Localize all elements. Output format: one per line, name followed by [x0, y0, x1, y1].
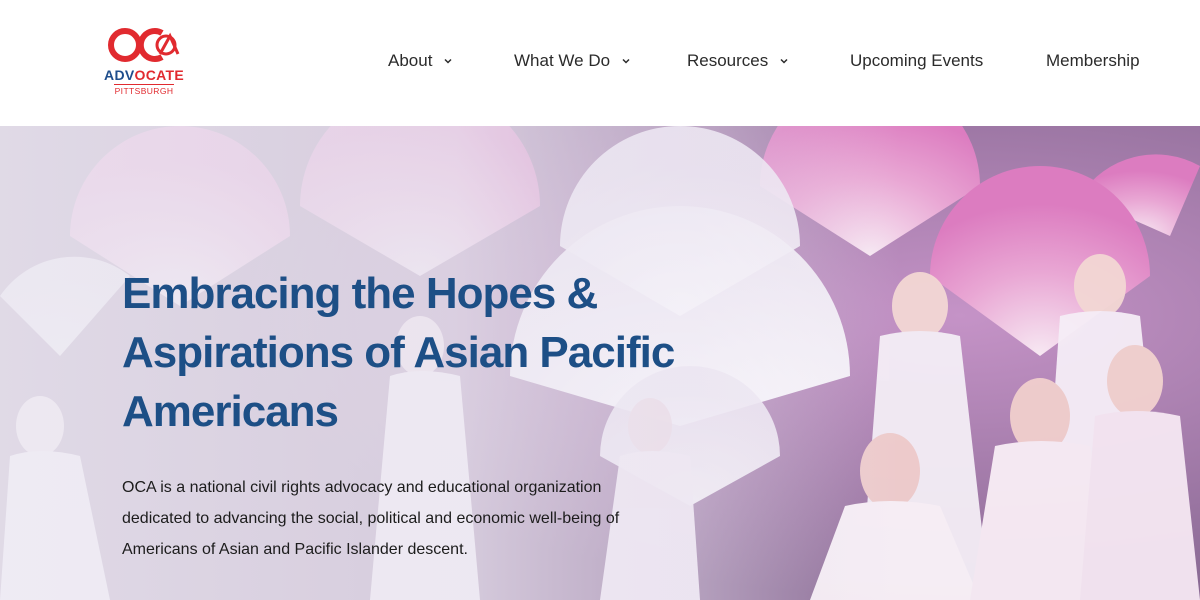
site-header: ADVOCATE PITTSBURGH About What We Do Res… [0, 0, 1200, 126]
hero-description-line: OCA is a national civil rights advocacy … [122, 479, 602, 496]
nav-item-label: Upcoming Events [850, 51, 984, 70]
nav-item-label: Resources [687, 51, 769, 70]
hero-headline-line: Embracing the Hopes & [122, 269, 598, 318]
nav-item-about[interactable]: About [388, 49, 454, 73]
nav-item-label: About [388, 51, 433, 70]
hero-headline-line: Aspirations of Asian Pacific [122, 328, 675, 377]
hero-description: OCA is a national civil rights advocacy … [122, 472, 642, 565]
nav-item-resources[interactable]: Resources [687, 49, 790, 73]
nav-item-membership[interactable]: Membership [1046, 49, 1140, 73]
chevron-down-icon [442, 55, 454, 67]
hero-description-line: Americans of Asian and Pacific Islander … [122, 541, 468, 558]
hero-headline-line: Americans [122, 387, 339, 436]
nav-item-upcoming-events[interactable]: Upcoming Events [850, 49, 983, 73]
logo-subtitle: PITTSBURGH [114, 84, 174, 96]
hero-description-line: dedicated to advancing the social, polit… [122, 510, 620, 527]
nav-item-label: What We Do [514, 51, 611, 70]
nav-item-label: Membership [1046, 51, 1140, 70]
chevron-down-icon [778, 55, 790, 67]
hero-section: Embracing the Hopes & Aspirations of Asi… [0, 126, 1200, 600]
hero-headline: Embracing the Hopes & Aspirations of Asi… [122, 264, 742, 441]
chevron-down-icon [620, 55, 632, 67]
main-navigation: About What We Do Resources Upcoming Even… [0, 49, 1200, 73]
nav-item-what-we-do[interactable]: What We Do [514, 49, 632, 73]
